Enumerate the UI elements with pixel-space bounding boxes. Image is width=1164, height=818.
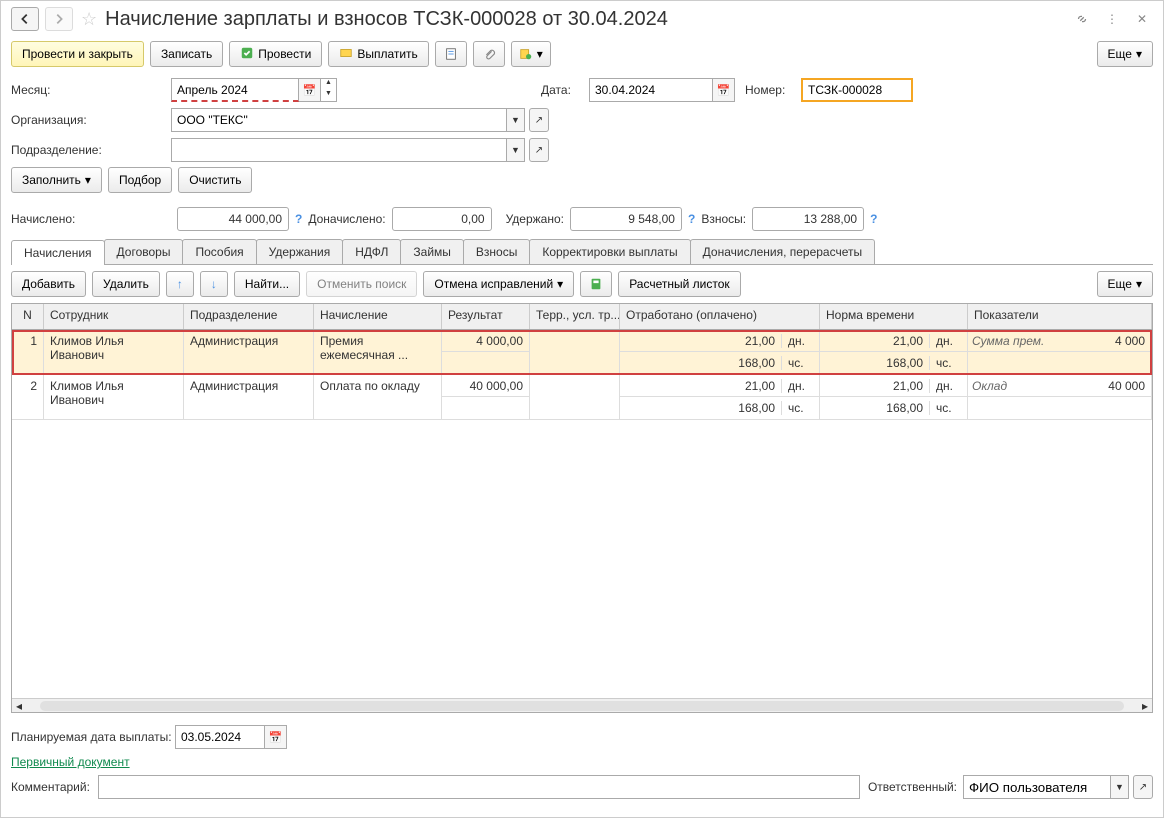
link-icon[interactable] bbox=[1071, 8, 1093, 30]
calc-button[interactable] bbox=[580, 271, 612, 297]
clear-button[interactable]: Очистить bbox=[178, 167, 252, 193]
contrib-label: Взносы: bbox=[701, 212, 746, 226]
comment-input[interactable] bbox=[98, 775, 860, 799]
comment-label: Комментарий: bbox=[11, 780, 90, 794]
org-select-icon[interactable]: ▼ bbox=[507, 108, 525, 132]
post-icon bbox=[240, 46, 254, 63]
find-button[interactable]: Найти... bbox=[234, 271, 300, 297]
number-input[interactable] bbox=[801, 78, 913, 102]
primary-document-link[interactable]: Первичный документ bbox=[11, 755, 130, 769]
contrib-help-icon[interactable]: ? bbox=[870, 212, 877, 226]
doaccrued-value: 0,00 bbox=[392, 207, 492, 231]
grid-toolbar: Добавить Удалить ↑ ↓ Найти... Отменить п… bbox=[1, 265, 1163, 303]
cancel-find-button: Отменить поиск bbox=[306, 271, 417, 297]
accruals-grid: N Сотрудник Подразделение Начисление Рез… bbox=[11, 303, 1153, 713]
doaccrued-label: Доначислено: bbox=[308, 212, 385, 226]
col-indicators[interactable]: Показатели bbox=[968, 304, 1152, 329]
date-calendar-icon[interactable]: 📅 bbox=[713, 78, 735, 102]
tab-5[interactable]: Займы bbox=[400, 239, 464, 264]
number-label: Номер: bbox=[745, 83, 801, 97]
table-row[interactable]: 1Климов Илья ИвановичАдминистрацияПремия… bbox=[12, 330, 1152, 375]
planned-date-calendar-icon[interactable]: 📅 bbox=[265, 725, 287, 749]
col-result[interactable]: Результат bbox=[442, 304, 530, 329]
main-toolbar: Провести и закрыть Записать Провести Вып… bbox=[1, 37, 1163, 71]
tabs: НачисленияДоговорыПособияУдержанияНДФЛЗа… bbox=[11, 239, 1153, 265]
totals-row: Начислено: 44 000,00 ? Доначислено: 0,00… bbox=[1, 205, 1163, 233]
delete-button[interactable]: Удалить bbox=[92, 271, 160, 297]
favorite-star-icon[interactable]: ☆ bbox=[81, 9, 97, 30]
col-worked[interactable]: Отработано (оплачено) bbox=[620, 304, 820, 329]
date-label: Дата: bbox=[541, 83, 589, 97]
withheld-value: 9 548,00 bbox=[570, 207, 682, 231]
more-menu-icon[interactable]: ⋮ bbox=[1101, 8, 1123, 30]
month-calendar-icon[interactable]: 📅 bbox=[299, 78, 321, 102]
payslip-button[interactable]: Расчетный листок bbox=[618, 271, 740, 297]
org-label: Организация: bbox=[11, 113, 171, 127]
dept-input[interactable] bbox=[171, 138, 507, 162]
planned-date-label: Планируемая дата выплаты: bbox=[11, 730, 175, 744]
cancel-corrections-button[interactable]: Отмена исправлений ▾ bbox=[423, 271, 574, 297]
org-open-icon[interactable]: ↗ bbox=[529, 108, 549, 132]
col-accrual[interactable]: Начисление bbox=[314, 304, 442, 329]
responsible-input[interactable] bbox=[963, 775, 1111, 799]
page-title: Начисление зарплаты и взносов ТСЗК-00002… bbox=[105, 8, 1065, 31]
tab-1[interactable]: Договоры bbox=[104, 239, 184, 264]
tab-8[interactable]: Доначисления, перерасчеты bbox=[690, 239, 875, 264]
col-employee[interactable]: Сотрудник bbox=[44, 304, 184, 329]
toolbar-more-button[interactable]: Еще ▾ bbox=[1097, 41, 1153, 67]
responsible-select-icon[interactable]: ▼ bbox=[1111, 775, 1129, 799]
planned-date-input[interactable] bbox=[175, 725, 265, 749]
move-up-button[interactable]: ↑ bbox=[166, 271, 194, 297]
pay-icon bbox=[339, 46, 353, 63]
post-and-close-button[interactable]: Провести и закрыть bbox=[11, 41, 144, 67]
accrued-label: Начислено: bbox=[11, 212, 171, 226]
dept-select-icon[interactable]: ▼ bbox=[507, 138, 525, 162]
dept-label: Подразделение: bbox=[11, 143, 171, 157]
table-row[interactable]: 2Климов Илья ИвановичАдминистрацияОплата… bbox=[12, 375, 1152, 420]
responsible-open-icon[interactable]: ↗ bbox=[1133, 775, 1153, 799]
pay-button[interactable]: Выплатить bbox=[328, 41, 429, 67]
tab-0[interactable]: Начисления bbox=[11, 240, 105, 265]
col-norm[interactable]: Норма времени bbox=[820, 304, 968, 329]
month-spinner[interactable]: ▲▼ bbox=[321, 78, 337, 102]
pick-button[interactable]: Подбор bbox=[108, 167, 172, 193]
dept-open-icon[interactable]: ↗ bbox=[529, 138, 549, 162]
month-label: Месяц: bbox=[11, 83, 171, 97]
tab-6[interactable]: Взносы bbox=[463, 239, 530, 264]
accrued-help-icon[interactable]: ? bbox=[295, 212, 302, 226]
grid-horizontal-scrollbar[interactable]: ◂ ▸ bbox=[12, 698, 1152, 712]
date-input[interactable] bbox=[589, 78, 713, 102]
tab-3[interactable]: Удержания bbox=[256, 239, 344, 264]
fill-button[interactable]: Заполнить ▾ bbox=[11, 167, 102, 193]
attach-button[interactable] bbox=[473, 41, 505, 67]
grid-more-button[interactable]: Еще ▾ bbox=[1097, 271, 1153, 297]
col-dept[interactable]: Подразделение bbox=[184, 304, 314, 329]
window-header: ☆ Начисление зарплаты и взносов ТСЗК-000… bbox=[1, 1, 1163, 37]
tab-4[interactable]: НДФЛ bbox=[342, 239, 401, 264]
nav-forward-button[interactable] bbox=[45, 7, 73, 31]
post-button[interactable]: Провести bbox=[229, 41, 322, 67]
tab-2[interactable]: Пособия bbox=[182, 239, 256, 264]
col-terr[interactable]: Терр., усл. тр... bbox=[530, 304, 620, 329]
org-input[interactable] bbox=[171, 108, 507, 132]
nav-back-button[interactable] bbox=[11, 7, 39, 31]
withheld-help-icon[interactable]: ? bbox=[688, 212, 695, 226]
month-input[interactable] bbox=[171, 78, 299, 102]
contrib-value: 13 288,00 bbox=[752, 207, 864, 231]
report-button[interactable] bbox=[435, 41, 467, 67]
move-down-button[interactable]: ↓ bbox=[200, 271, 228, 297]
accrued-value: 44 000,00 bbox=[177, 207, 289, 231]
responsible-label: Ответственный: bbox=[868, 780, 957, 794]
add-button[interactable]: Добавить bbox=[11, 271, 86, 297]
close-icon[interactable]: ✕ bbox=[1131, 8, 1153, 30]
withheld-label: Удержано: bbox=[506, 212, 564, 226]
save-button[interactable]: Записать bbox=[150, 41, 223, 67]
tab-7[interactable]: Корректировки выплаты bbox=[529, 239, 690, 264]
col-n[interactable]: N bbox=[12, 304, 44, 329]
create-based-button[interactable]: ▾ bbox=[511, 41, 551, 67]
